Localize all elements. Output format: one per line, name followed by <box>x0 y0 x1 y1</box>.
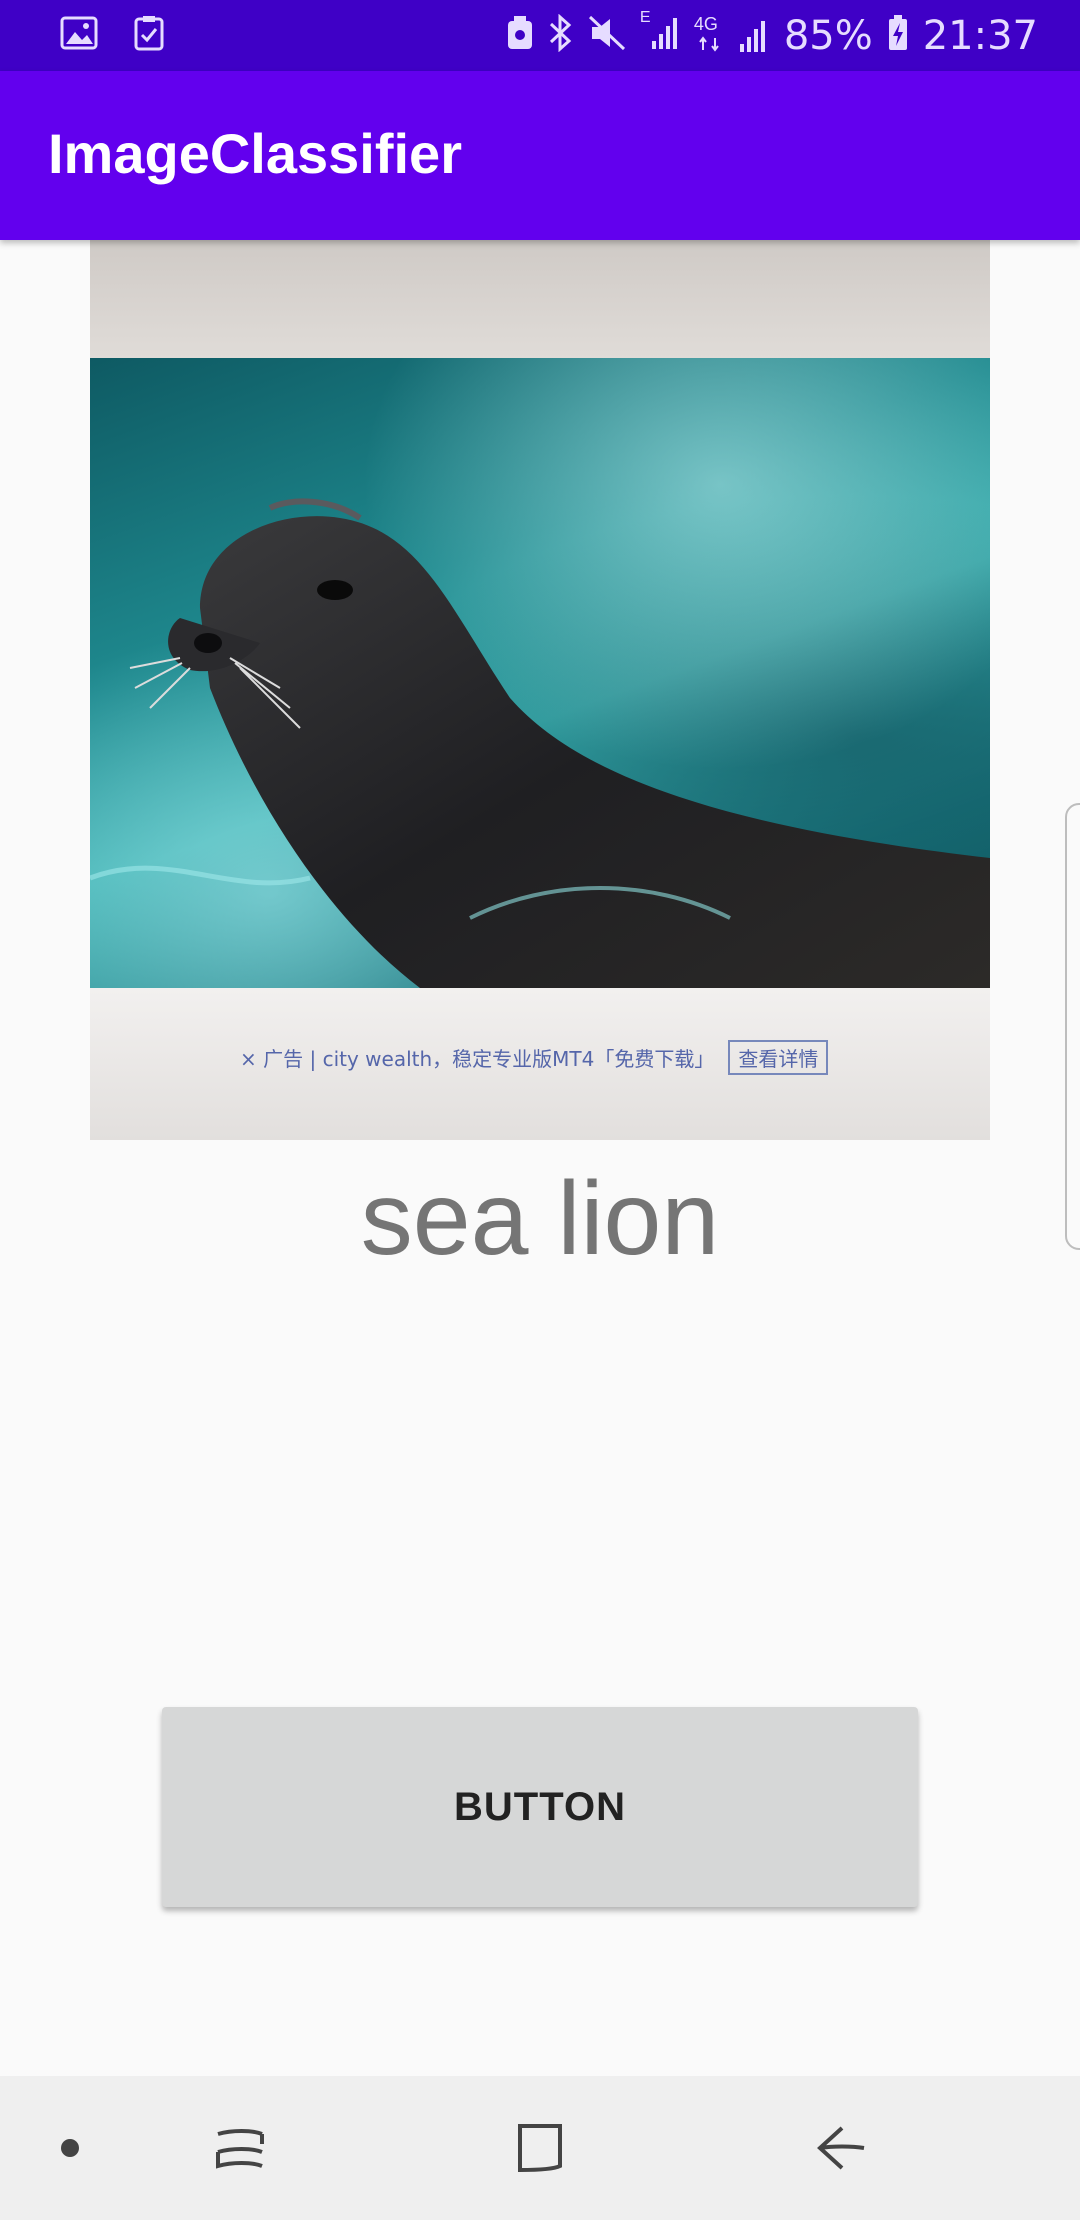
status-bar: E 4G 85% 21:37 <box>0 0 1080 71</box>
task-check-icon <box>134 15 164 56</box>
battery-charging-icon <box>887 14 909 57</box>
classification-result: sea lion <box>360 1161 720 1277</box>
classify-button[interactable]: BUTTON <box>162 1707 918 1907</box>
photo-ad-text: × 广告 | city wealth，稳定专业版MT4「免费下载」 查看详情 <box>240 1040 829 1075</box>
bluetooth-icon <box>548 13 574 57</box>
signal-e-icon: E <box>640 9 680 56</box>
classified-image: × 广告 | city wealth，稳定专业版MT4「免费下载」 查看详情 <box>90 240 990 1140</box>
battery-percent: 85% <box>783 12 873 59</box>
photo-water <box>90 358 990 988</box>
app-bar: ImageClassifier <box>0 71 1080 240</box>
photo-screen-top <box>90 240 990 360</box>
app-title: ImageClassifier <box>48 122 462 185</box>
signal-4g-icon: 4G <box>694 14 770 54</box>
android-device-icon <box>506 15 534 56</box>
photo-screen-bottom: × 广告 | city wealth，稳定专业版MT4「免费下载」 查看详情 <box>90 988 990 1140</box>
dot-icon[interactable] <box>30 2076 110 2220</box>
home-icon[interactable] <box>480 2076 600 2220</box>
gallery-icon <box>60 16 98 55</box>
mute-icon <box>588 15 626 56</box>
recents-icon[interactable] <box>180 2076 300 2220</box>
status-time: 21:37 <box>922 12 1038 59</box>
nav-bar <box>0 2076 1080 2220</box>
edge-panel-handle[interactable] <box>1065 803 1080 1250</box>
sea-lion-illustration <box>90 498 990 988</box>
back-icon[interactable] <box>780 2076 900 2220</box>
